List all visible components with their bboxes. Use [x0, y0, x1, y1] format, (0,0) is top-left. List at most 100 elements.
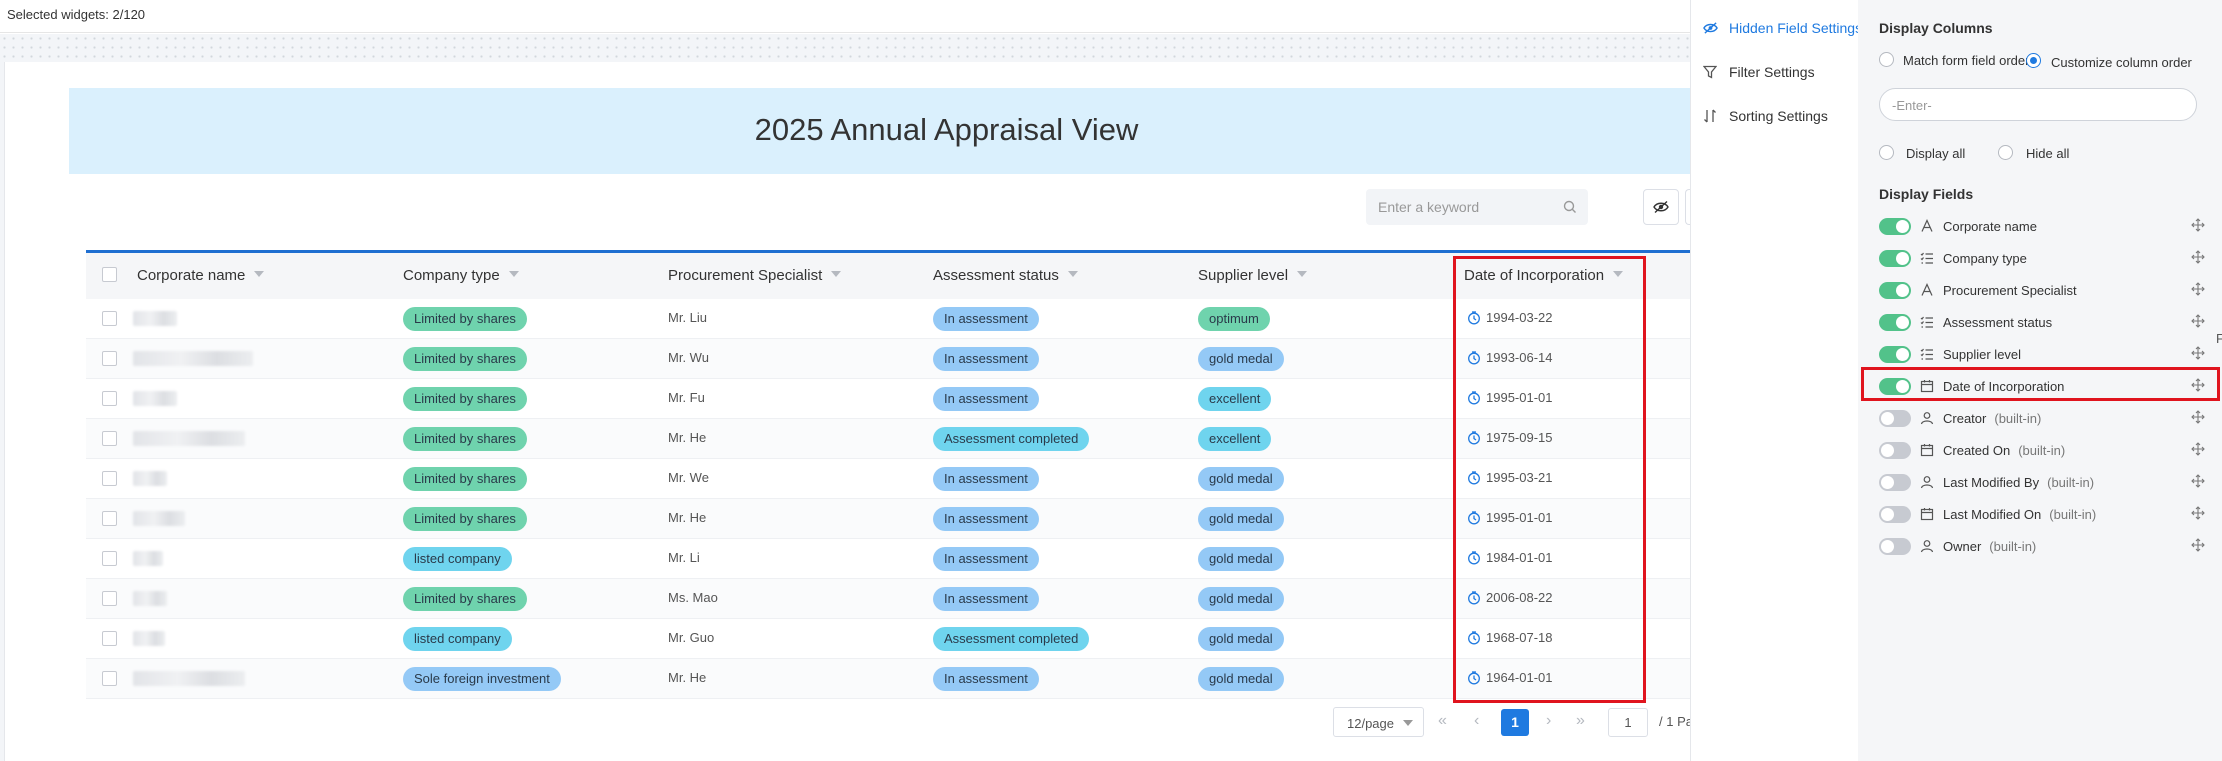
- field-visibility-toggle[interactable]: [1879, 346, 1911, 363]
- prev-page-icon[interactable]: ‹: [1474, 712, 1479, 730]
- assessment-status-tag: In assessment: [933, 507, 1039, 531]
- drag-handle-icon[interactable]: [2191, 346, 2205, 360]
- builtin-tag: (built-in): [2018, 443, 2066, 458]
- match-order-radio[interactable]: [1879, 52, 1894, 67]
- match-order-label[interactable]: Match form field order: [1903, 53, 2029, 68]
- field-visibility-toggle[interactable]: [1879, 442, 1911, 459]
- column-header-corporate-name[interactable]: Corporate name: [137, 267, 265, 284]
- drag-handle-icon[interactable]: [2191, 282, 2205, 296]
- assessment-status-tag: In assessment: [933, 347, 1039, 371]
- table-row[interactable]: Limited by shares Ms. Mao In assessment gol…: [86, 579, 1690, 619]
- row-checkbox[interactable]: [102, 391, 117, 406]
- field-row[interactable]: Owner (built-in): [1879, 536, 2205, 558]
- row-checkbox[interactable]: [102, 431, 117, 446]
- first-page-icon[interactable]: «: [1438, 712, 1447, 730]
- drag-handle-icon[interactable]: [2191, 410, 2205, 424]
- hide-all-radio[interactable]: [1998, 145, 2013, 160]
- select-all-checkbox[interactable]: [102, 267, 117, 282]
- display-all-radio[interactable]: [1879, 145, 1894, 160]
- search-box[interactable]: [1366, 189, 1588, 225]
- display-all-label[interactable]: Display all: [1906, 146, 1965, 161]
- search-input[interactable]: [1378, 197, 1558, 217]
- page-size-value: 12/page: [1347, 716, 1394, 731]
- field-visibility-toggle[interactable]: [1879, 314, 1911, 331]
- field-row[interactable]: Last Modified By (built-in): [1879, 472, 2205, 494]
- list-icon: [1920, 316, 1933, 328]
- custom-order-label[interactable]: Customize column order: [2051, 55, 2192, 70]
- field-row[interactable]: Supplier level: [1879, 344, 2205, 366]
- hide-fields-button[interactable]: [1643, 189, 1679, 225]
- row-checkbox[interactable]: [102, 551, 117, 566]
- page-total: / 1 Pa: [1659, 714, 1693, 729]
- sort-caret-icon[interactable]: [831, 271, 842, 277]
- field-label: Supplier level: [1943, 347, 2022, 362]
- drag-handle-icon[interactable]: [2191, 314, 2205, 328]
- table-row[interactable]: Limited by shares Mr. Fu In assessment exce…: [86, 379, 1690, 419]
- view-title: 2025 Annual Appraisal View: [754, 112, 1139, 147]
- table-row[interactable]: Limited by shares Mr. Wu In assessment gold…: [86, 339, 1690, 379]
- sort-caret-icon[interactable]: [508, 271, 519, 277]
- field-visibility-toggle[interactable]: [1879, 474, 1911, 491]
- drag-handle-icon[interactable]: [2191, 538, 2205, 552]
- table-row[interactable]: Limited by shares Mr. We In assessment gold…: [86, 459, 1690, 499]
- list-icon: [1920, 252, 1933, 264]
- eye-off-icon: [1703, 22, 1718, 34]
- table-row[interactable]: listed company Mr. Guo Assessment complete…: [86, 619, 1690, 659]
- field-row[interactable]: Created On (built-in): [1879, 440, 2205, 462]
- last-page-icon[interactable]: »: [1576, 712, 1585, 730]
- row-checkbox[interactable]: [102, 671, 117, 686]
- column-header-procurement-specialist[interactable]: Procurement Specialist: [668, 267, 842, 284]
- current-page-button[interactable]: 1: [1501, 709, 1529, 736]
- drag-handle-icon[interactable]: [2191, 506, 2205, 520]
- page-jump-input[interactable]: 1: [1608, 708, 1648, 737]
- sort-caret-icon[interactable]: [254, 271, 265, 277]
- field-row[interactable]: Assessment status: [1879, 312, 2205, 334]
- field-row[interactable]: Creator (built-in): [1879, 408, 2205, 430]
- field-row[interactable]: Company type: [1879, 248, 2205, 270]
- field-row[interactable]: Last Modified On (built-in): [1879, 504, 2205, 526]
- column-header-supplier-level[interactable]: Supplier level: [1198, 267, 1308, 284]
- hide-all-label[interactable]: Hide all: [2026, 146, 2069, 161]
- field-visibility-toggle[interactable]: [1879, 218, 1911, 235]
- field-search-input[interactable]: [1892, 96, 2182, 114]
- search-icon[interactable]: [1562, 199, 1578, 215]
- field-visibility-toggle[interactable]: [1879, 506, 1911, 523]
- row-checkbox[interactable]: [102, 631, 117, 646]
- row-checkbox[interactable]: [102, 311, 117, 326]
- field-row[interactable]: Corporate name: [1879, 216, 2205, 238]
- field-row[interactable]: Procurement Specialist: [1879, 280, 2205, 302]
- assessment-status-tag: In assessment: [933, 467, 1039, 491]
- table-row[interactable]: Limited by shares Mr. He Assessment comple…: [86, 419, 1690, 459]
- drag-handle-icon[interactable]: [2191, 442, 2205, 456]
- drag-handle-icon[interactable]: [2191, 218, 2205, 232]
- field-visibility-toggle[interactable]: [1879, 538, 1911, 555]
- corporate-name-redacted: [133, 471, 167, 486]
- row-checkbox[interactable]: [102, 511, 117, 526]
- corporate-name-redacted: [133, 391, 177, 406]
- custom-order-radio[interactable]: [2026, 53, 2041, 68]
- table-row[interactable]: Limited by shares Mr. Liu In assessment opt…: [86, 299, 1690, 339]
- field-search-box[interactable]: [1879, 88, 2197, 121]
- view-banner: 2025 Annual Appraisal View: [69, 88, 1690, 174]
- procurement-specialist-cell: Mr. He: [668, 430, 707, 445]
- next-page-icon[interactable]: ›: [1546, 712, 1551, 730]
- column-header-company-type[interactable]: Company type: [403, 267, 519, 284]
- top-bar: Selected widgets: 2/120: [0, 0, 1690, 33]
- drag-handle-icon[interactable]: [2191, 250, 2205, 264]
- builtin-tag: (built-in): [1989, 539, 2037, 554]
- table-row[interactable]: Limited by shares Mr. He In assessment gold…: [86, 499, 1690, 539]
- table-row[interactable]: Sole foreign investment Mr. He In assessme…: [86, 659, 1690, 699]
- table-row[interactable]: listed company Mr. Li In assessment gold me…: [86, 539, 1690, 579]
- page-size-select[interactable]: 12/page: [1333, 707, 1424, 737]
- filter-icon: [1703, 65, 1717, 79]
- sort-caret-icon[interactable]: [1067, 271, 1078, 277]
- drag-handle-icon[interactable]: [2191, 474, 2205, 488]
- field-visibility-toggle[interactable]: [1879, 250, 1911, 267]
- row-checkbox[interactable]: [102, 591, 117, 606]
- row-checkbox[interactable]: [102, 471, 117, 486]
- sort-caret-icon[interactable]: [1297, 271, 1308, 277]
- row-checkbox[interactable]: [102, 351, 117, 366]
- column-header-assessment-status[interactable]: Assessment status: [933, 267, 1078, 284]
- field-visibility-toggle[interactable]: [1879, 410, 1911, 427]
- field-visibility-toggle[interactable]: [1879, 282, 1911, 299]
